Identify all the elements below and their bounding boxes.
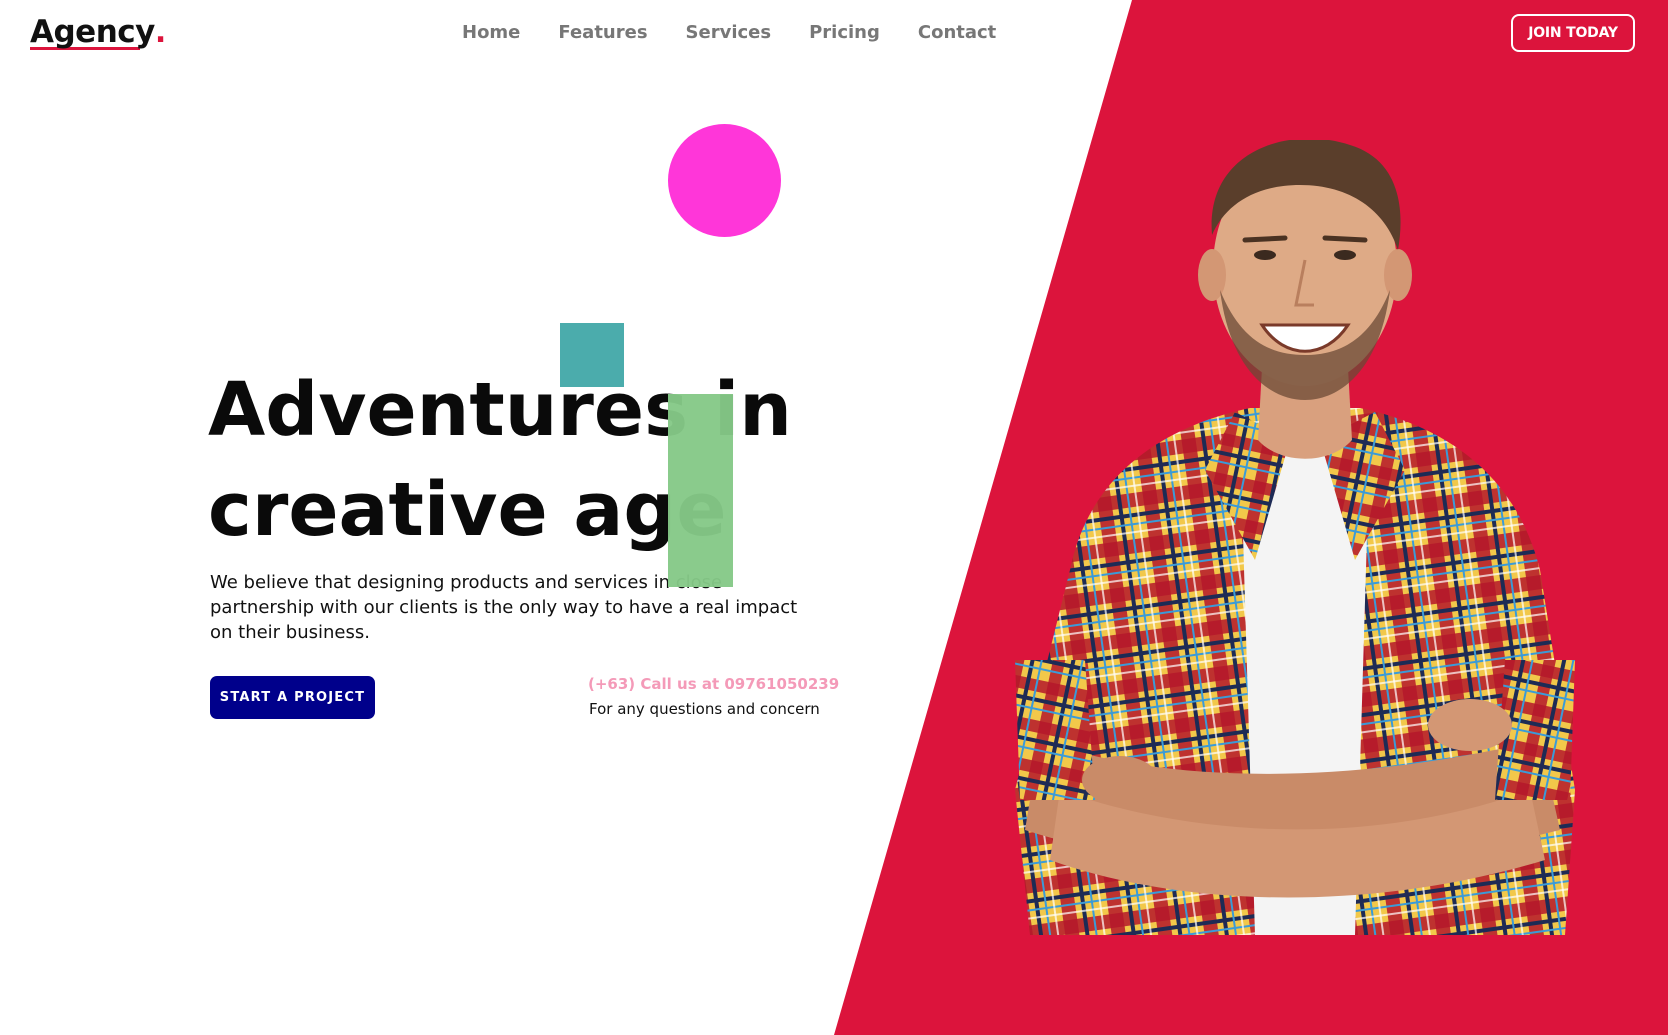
nav-features[interactable]: Features	[558, 22, 647, 43]
hero-person-image	[1015, 140, 1575, 935]
join-today-button[interactable]: JOIN TODAY	[1511, 14, 1635, 52]
decorative-green-bar	[668, 394, 733, 587]
nav-contact[interactable]: Contact	[918, 22, 996, 43]
start-project-button[interactable]: START A PROJECT	[210, 676, 375, 719]
hero-title-line-2: creative age	[208, 467, 727, 553]
nav-home[interactable]: Home	[462, 22, 520, 43]
logo-dot: .	[154, 15, 166, 50]
hero-title: Adventures in creative age	[208, 360, 828, 560]
nav-pricing[interactable]: Pricing	[809, 22, 880, 43]
main-nav: Home Features Services Pricing Contact	[462, 22, 996, 43]
logo-text: Agency	[30, 14, 155, 50]
call-subtext: For any questions and concern	[589, 700, 820, 718]
call-phone-link[interactable]: (+63) Call us at 09761050239	[588, 675, 839, 693]
decorative-magenta-circle	[668, 124, 781, 237]
nav-services[interactable]: Services	[686, 22, 772, 43]
brand-logo[interactable]: Agency.	[30, 14, 166, 50]
